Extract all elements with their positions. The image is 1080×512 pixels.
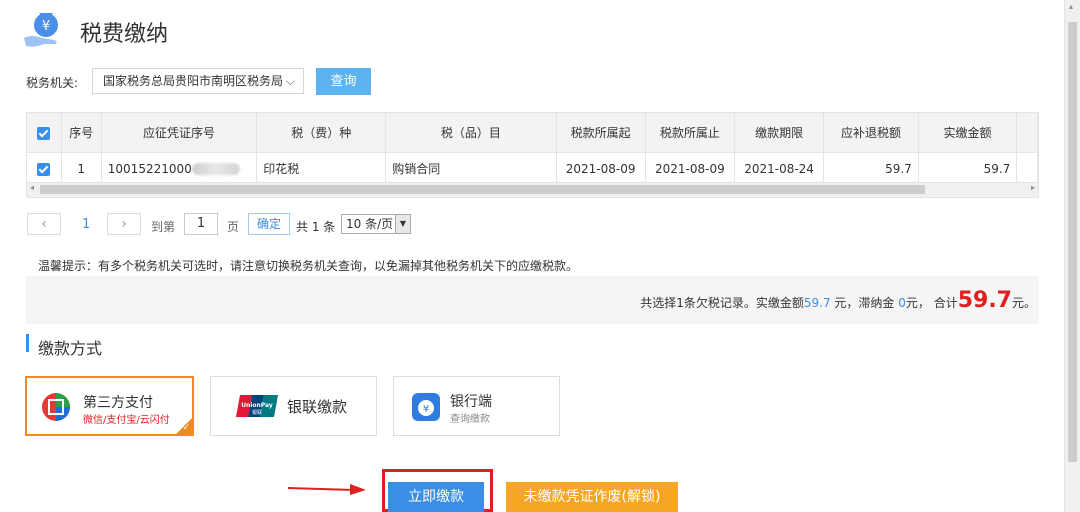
dropdown-arrow-icon: ▼ <box>395 215 410 233</box>
scroll-right-icon[interactable]: ▸ <box>1031 183 1035 192</box>
scroll-up-icon[interactable]: ▴ <box>1069 2 1073 11</box>
void-voucher-button[interactable]: 未缴款凭证作废(解锁) <box>506 482 678 512</box>
select-all-header[interactable] <box>27 113 62 153</box>
svg-text:银联: 银联 <box>252 409 262 416</box>
unionpay-logo-icon: UnionPay 银联 <box>236 393 280 419</box>
col-header: 税款所属止 <box>645 113 735 153</box>
page-size-select[interactable]: 10 条/页 ▼ <box>341 214 411 234</box>
col-header: 税款所属起 <box>556 113 646 153</box>
bank-wallet-icon: ¥ <box>412 393 440 425</box>
money-bag-hand-icon: ¥ <box>22 8 72 52</box>
chevron-down-icon: ⌵ <box>285 74 295 88</box>
col-header: 应补退税额 <box>823 113 919 153</box>
col-header: 实缴金额 <box>918 113 1018 153</box>
pay-option-subtitle: 微信/支付宝/云闪付 <box>83 415 170 426</box>
table-row[interactable]: 1 10015221000 印花税 购销合同 2021-08-09 2021-0… <box>27 152 1038 184</box>
col-header: 应征凭证序号 <box>101 113 258 153</box>
svg-text:¥: ¥ <box>42 19 50 34</box>
total-amount: 59.7 <box>957 288 1012 313</box>
annotation-arrow-icon <box>287 481 368 500</box>
svg-text:¥: ¥ <box>423 404 429 415</box>
svg-text:UnionPay: UnionPay <box>241 402 273 409</box>
total-count: 共 1 条 <box>296 220 336 234</box>
pay-option-third-party[interactable]: 第三方支付 微信/支付宝/云闪付 ✓ <box>25 376 194 436</box>
horizontal-scrollbar[interactable]: ◂ ▸ <box>27 182 1038 197</box>
select-all-checkbox[interactable] <box>37 126 51 140</box>
cell-index: 1 <box>61 152 102 184</box>
goto-confirm-button[interactable]: 确定 <box>248 213 290 235</box>
pay-option-bank[interactable]: ¥ 银行端 查询缴款 <box>393 376 560 436</box>
payment-method-title: 缴款方式 <box>38 339 103 358</box>
col-header: 税（费）种 <box>256 113 387 153</box>
col-header: 序号 <box>61 113 102 153</box>
scan-pay-icon <box>41 392 71 426</box>
section-marker <box>26 334 29 352</box>
col-header: 税（品）目 <box>385 113 557 153</box>
page-title: 税费缴纳 <box>80 22 169 47</box>
cell-tax-type: 印花税 <box>256 152 387 184</box>
pay-option-title: 银联缴款 <box>287 398 348 416</box>
query-button[interactable]: 查询 <box>316 68 371 95</box>
cell-paid: 59.7 <box>918 152 1018 184</box>
prev-page-button[interactable]: ‹ <box>27 213 61 235</box>
cell-period-end: 2021-08-09 <box>645 152 735 184</box>
col-header: 缴款期限 <box>734 113 825 153</box>
cell-deadline: 2021-08-24 <box>734 152 825 184</box>
tax-authority-select[interactable]: 国家税务总局贵阳市南明区税务局 ⌵ <box>92 68 304 94</box>
cell-item: 购销合同 <box>385 152 557 184</box>
goto-suffix: 页 <box>227 220 240 234</box>
vertical-scrollbar[interactable]: ▴ <box>1064 0 1080 512</box>
tax-authority-label: 税务机关: <box>26 76 79 90</box>
check-icon: ✓ <box>182 423 190 433</box>
cell-voucher: 10015221000 <box>101 152 258 184</box>
pay-option-subtitle: 查询缴款 <box>450 414 490 425</box>
scrollbar-thumb[interactable] <box>40 185 925 194</box>
cell-due: 59.7 <box>823 152 919 184</box>
summary-text: 共选择1条欠税记录。实缴金额59.7 元，滞纳金 0元， 合计59.7元。 <box>640 288 1036 313</box>
cell-period-start: 2021-08-09 <box>556 152 646 184</box>
goto-page-input[interactable]: 1 <box>184 213 218 235</box>
pay-option-title: 第三方支付 <box>83 395 153 411</box>
scrollbar-thumb[interactable] <box>1068 22 1077 462</box>
redacted-blur <box>191 163 240 175</box>
goto-prefix: 到第 <box>151 220 176 234</box>
pay-option-unionpay[interactable]: UnionPay 银联 银联缴款 <box>210 376 377 436</box>
scroll-left-icon[interactable]: ◂ <box>30 183 34 192</box>
pay-now-button[interactable]: 立即缴款 <box>388 482 484 512</box>
warm-tip: 温馨提示：有多个税务机关可选时，请注意切换税务机关查询，以免漏掉其他税务机关下的… <box>38 259 579 273</box>
next-page-button[interactable]: › <box>107 213 141 235</box>
current-page[interactable]: 1 <box>82 217 90 232</box>
pay-option-title: 银行端 <box>450 394 492 410</box>
row-checkbox[interactable] <box>37 162 51 176</box>
tax-authority-value: 国家税务总局贵阳市南明区税务局 <box>103 74 284 88</box>
